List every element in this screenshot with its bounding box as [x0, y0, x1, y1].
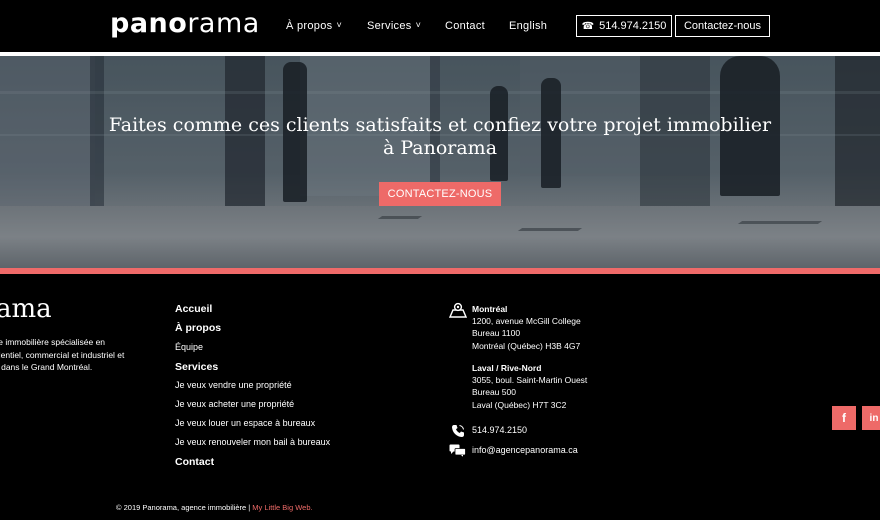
footer-nav-apropos[interactable]: À propos [175, 322, 221, 334]
footer-nav-acheter[interactable]: Je veux acheter une propriété [175, 399, 294, 409]
footer-nav-services[interactable]: Services [175, 361, 218, 373]
chevron-down-icon: ˅ [415, 20, 422, 30]
linkedin-icon[interactable]: in [862, 406, 880, 430]
footer-nav-louer[interactable]: Je veux louer un espace à bureaux [175, 418, 315, 428]
nav-services[interactable]: Services ˅ [367, 20, 421, 32]
nav-services-label: Services [367, 20, 412, 32]
hero-title: Faites comme ces clients satisfaits et c… [108, 114, 772, 159]
office-montreal: Montréal 1200, avenue McGill College Bur… [472, 304, 581, 351]
footer-phone[interactable]: 514.974.2150 [472, 425, 527, 435]
footer-logo[interactable]: ama [0, 294, 52, 324]
chevron-down-icon: ˅ [336, 20, 342, 30]
site-header: panorama À propos ˅ Services ˅ Contact Eng… [0, 0, 880, 54]
footer-nav-vendre[interactable]: Je veux vendre une propriété [175, 380, 292, 390]
office-laval: Laval / Rive-Nord 3055, boul. Saint-Mart… [472, 363, 588, 410]
footer-description: ce immobilière spécialisée en identiel, … [0, 337, 125, 372]
nav-apropos[interactable]: À propos ˅ [286, 20, 342, 32]
accent-divider [0, 268, 880, 274]
nav-contact[interactable]: Contact [445, 20, 485, 32]
copyright: © 2019 Panorama, agence immobilière | My… [116, 503, 313, 512]
footer-nav-accueil[interactable]: Accueil [175, 303, 212, 315]
phone-button[interactable]: ☎ 514.974.2150 [576, 15, 672, 37]
credit-link[interactable]: My Little Big Web. [252, 503, 312, 512]
hero-banner: Faites comme ces clients satisfaits et c… [0, 56, 880, 268]
logo[interactable]: panorama [110, 8, 260, 39]
footer-email[interactable]: info@agencepanorama.ca [472, 445, 578, 455]
footer-nav-contact[interactable]: Contact [175, 456, 214, 468]
phone-button-label: 514.974.2150 [599, 20, 667, 32]
contact-button[interactable]: Contactez-nous [675, 15, 770, 37]
chat-icon [449, 444, 466, 457]
map-marker-icon [449, 302, 467, 318]
hero-contact-button[interactable]: CONTACTEZ-NOUS [379, 182, 501, 206]
facebook-icon[interactable]: f [832, 406, 856, 430]
footer-nav-renouveler[interactable]: Je veux renouveler mon bail à bureaux [175, 437, 330, 447]
footer-nav-equipe[interactable]: Équipe [175, 342, 203, 352]
nav-english[interactable]: English [509, 20, 547, 32]
phone-icon: ☎ [581, 20, 595, 32]
phone-icon [452, 425, 464, 437]
nav-apropos-label: À propos [286, 20, 333, 32]
